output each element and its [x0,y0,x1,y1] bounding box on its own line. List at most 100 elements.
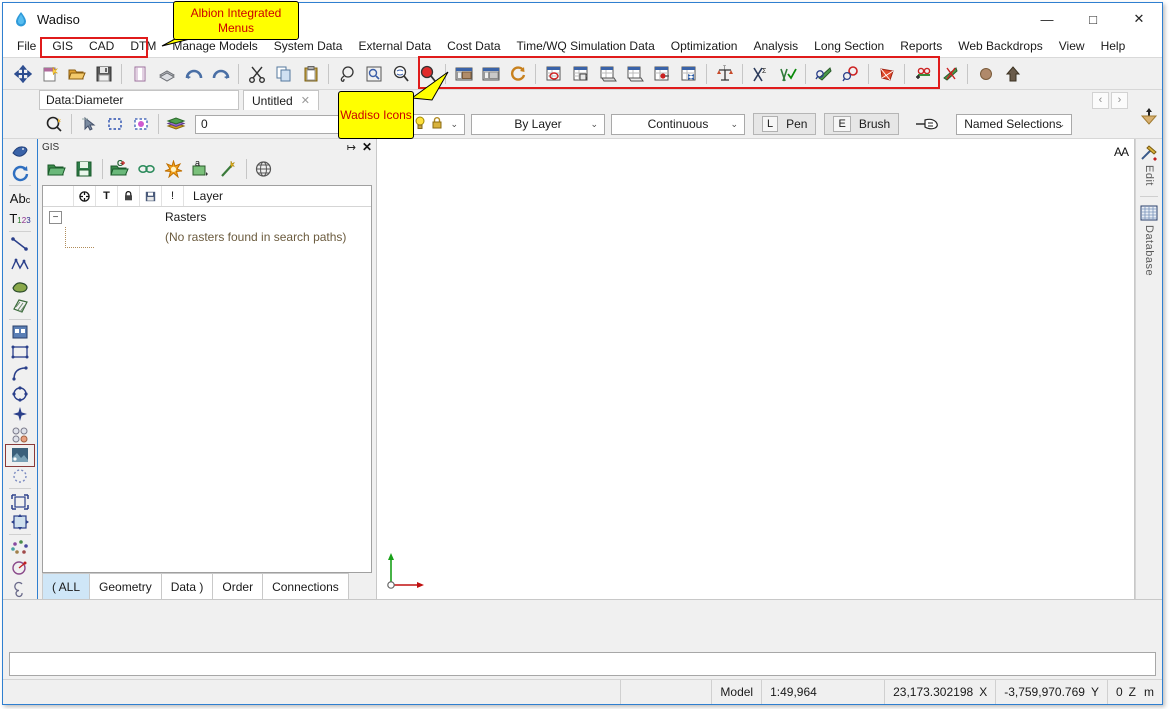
page-setup-icon[interactable] [127,61,152,86]
pin-icon[interactable]: ↦ [347,141,356,154]
tab-prev-button[interactable]: ‹ [1092,91,1109,109]
new-file-icon[interactable] [37,61,62,86]
node-zoom-icon[interactable] [838,61,863,86]
col-lock[interactable] [118,186,140,206]
col-alert[interactable]: ! [162,186,184,206]
pipe-check-icon[interactable] [775,61,800,86]
cut-scissors-icon[interactable] [244,61,269,86]
maximize-button[interactable]: □ [1070,3,1116,35]
menu-web-backdrops[interactable]: Web Backdrops [950,37,1051,55]
menu-analysis[interactable]: Analysis [745,37,806,55]
grid-table-icon[interactable] [1138,203,1160,223]
open-georef-icon[interactable]: G [107,157,132,181]
print-icon[interactable] [154,61,179,86]
extrude-up-icon[interactable] [1000,61,1025,86]
tab-order[interactable]: Order [212,573,264,599]
tab-geometry[interactable]: Geometry [89,573,162,599]
document-tab-untitled[interactable]: Untitled ✕ [243,90,319,110]
add-nodes-icon[interactable] [910,61,935,86]
tools-hammer-icon[interactable] [1138,143,1160,163]
lasso-dotted-icon[interactable] [6,466,34,487]
col-visible[interactable] [74,186,96,206]
linewidth-combo[interactable]: By Layer ⌄ [471,113,605,135]
block-icon[interactable] [6,321,34,342]
render-sun-icon[interactable] [161,157,186,181]
open-folder-icon[interactable] [64,61,89,86]
rotate-icon[interactable] [6,163,34,184]
col-save[interactable] [140,186,162,206]
circle-node-icon[interactable] [6,383,34,404]
copy-icon[interactable] [271,61,296,86]
menu-time-wq-simulation-data[interactable]: Time/WQ Simulation Data [509,37,663,55]
rectangle-icon[interactable] [6,342,34,363]
polygon-fill-icon[interactable] [6,275,34,296]
menu-gis[interactable]: GIS [44,37,81,55]
object-snap-icon[interactable] [42,113,66,135]
tab-next-button[interactable]: › [1111,91,1128,109]
pan-move-icon[interactable] [10,61,35,86]
scatter-icon[interactable] [6,537,34,558]
text-number-icon[interactable]: T123 [6,209,34,230]
menu-view[interactable]: View [1051,37,1093,55]
globe-icon[interactable] [251,157,276,181]
menu-external-data[interactable]: External Data [350,37,439,55]
menu-dtm[interactable]: DTM [122,37,164,55]
expander-icon[interactable]: − [49,210,62,224]
annotation-scale-icon[interactable]: T [712,61,737,86]
expand-arrow-icon[interactable] [1139,107,1159,127]
menu-file[interactable]: File [9,37,44,55]
label-icon[interactable]: a [188,157,213,181]
tab-connections[interactable]: Connections [262,573,349,599]
scale-icon[interactable] [6,491,34,512]
data-field-label[interactable]: Data:Diameter [39,90,239,110]
undo-icon[interactable] [181,61,206,86]
col-text[interactable]: T [96,186,118,206]
sphere-icon[interactable] [973,61,998,86]
dock-tab-database[interactable]: Database [1143,225,1155,276]
chevron-down-icon[interactable]: ⌄ [590,119,598,130]
layers-icon[interactable] [164,113,188,135]
pen-button[interactable]: L Pen [753,113,817,135]
menu-reports[interactable]: Reports [892,37,950,55]
model-window-alt-icon[interactable] [478,61,503,86]
status-scale[interactable]: 1:49,964 [762,680,886,704]
zoom-lasso-icon[interactable] [334,61,359,86]
save-gis-icon[interactable] [71,157,96,181]
chevron-down-icon[interactable]: ⌄ [1058,119,1066,130]
table-row[interactable]: − Rasters [43,207,371,227]
refresh-icon[interactable] [505,61,530,86]
crossing-select-icon[interactable] [129,113,153,135]
status-model-space[interactable]: Model [712,680,763,704]
menu-long-section[interactable]: Long Section [806,37,892,55]
brush-button[interactable]: E Brush [824,113,900,135]
menu-help[interactable]: Help [1093,37,1134,55]
table-flag-icon[interactable] [649,61,674,86]
link-icon[interactable] [134,157,159,181]
tab-all[interactable]: ( ALL [42,573,91,599]
menu-cost-data[interactable]: Cost Data [439,37,508,55]
table-query-icon[interactable] [541,61,566,86]
hatch-icon[interactable] [6,296,34,317]
rotate-copy-icon[interactable] [6,558,34,579]
table-edit-alt-icon[interactable] [622,61,647,86]
move-icon[interactable] [6,512,34,533]
menu-optimization[interactable]: Optimization [663,37,746,55]
drawing-canvas[interactable]: AA [377,139,1135,599]
output-pane[interactable] [3,599,1162,652]
linetype-combo[interactable]: Continuous ⌄ [611,113,745,135]
text-abc-icon[interactable]: Abc [6,188,34,209]
table-block-icon[interactable] [568,61,593,86]
window-select-icon[interactable] [103,113,127,135]
save-icon[interactable] [91,61,116,86]
zoom-window-icon[interactable] [361,61,386,86]
snap-point-icon[interactable] [6,404,34,425]
close-button[interactable]: ✕ [1116,3,1162,35]
magic-wand-icon[interactable] [215,157,240,181]
open-gis-icon[interactable] [44,157,69,181]
minimize-button[interactable]: — [1024,3,1070,35]
bird-marker-icon[interactable] [6,142,34,163]
chevron-down-icon[interactable]: ⌄ [450,119,458,130]
mesh-icon[interactable] [874,61,899,86]
pick-arrow-icon[interactable] [77,113,101,135]
multi-circle-icon[interactable] [6,425,34,446]
